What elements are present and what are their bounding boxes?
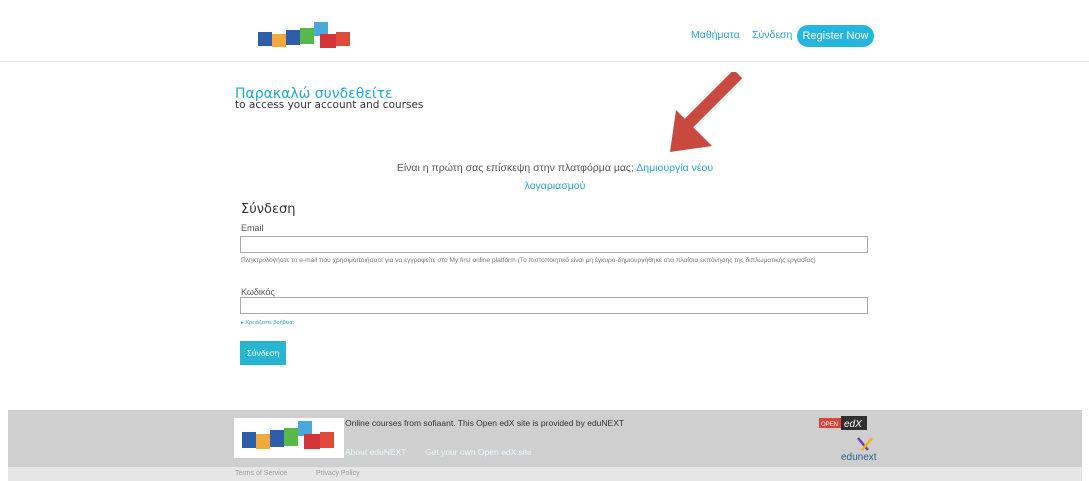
password-field[interactable] [240, 297, 868, 314]
site-header: Μαθήματα Σύνδεση Register Now [0, 0, 1089, 62]
first-visit-text: Είναι η πρώτη σας επίσκεψη στην πλατφόρμ… [396, 162, 634, 174]
red-arrow-icon [670, 72, 743, 152]
footer-link-get-openedx[interactable]: Get your own Open edX site [425, 447, 532, 457]
terms-link[interactable]: Terms of Service [235, 470, 287, 477]
first-visit-prompt: Είναι η πρώτη σας επίσκεψη στην πλατφόρμ… [380, 159, 730, 195]
edunext-logo[interactable]: edunext [828, 436, 878, 464]
help-link[interactable]: ▸ Χρειάζεστε βοήθεια; [241, 320, 294, 326]
nav-courses-link[interactable]: Μαθήματα [691, 29, 740, 41]
footer-logo[interactable] [234, 418, 344, 458]
email-hint: Πληκτρολογήστε το e-mail που χρησιμοποιή… [241, 257, 816, 264]
edunext-logo-text: edunext [841, 452, 877, 463]
password-label: Κωδικός [241, 287, 275, 297]
signin-submit-button[interactable]: Σύνδεση [240, 341, 286, 365]
page-subtitle: to access your account and courses [235, 99, 424, 111]
email-label: Email [241, 223, 264, 233]
footer-link-about-edunext[interactable]: About eduNEXT [345, 447, 406, 457]
privacy-link[interactable]: Privacy Policy [316, 470, 360, 477]
main-nav: Μαθήματα Σύνδεση Register Now [0, 25, 1089, 47]
register-button[interactable]: Register Now [797, 25, 874, 47]
site-footer: Online courses from sofiaant. This Open … [8, 410, 1082, 467]
email-field[interactable] [240, 236, 868, 253]
edunext-mark-icon [857, 437, 873, 451]
openedx-logo[interactable]: OPEN edX [819, 415, 869, 431]
svg-text:edX: edX [844, 419, 862, 430]
form-title: Σύνδεση [241, 202, 296, 217]
footer-bottom-bar: Terms of Service Privacy Policy [8, 467, 1082, 481]
nav-signin-link[interactable]: Σύνδεση [752, 29, 792, 41]
openedx-logo-text: OPEN [821, 422, 838, 428]
footer-description: Online courses from sofiaant. This Open … [345, 418, 625, 428]
